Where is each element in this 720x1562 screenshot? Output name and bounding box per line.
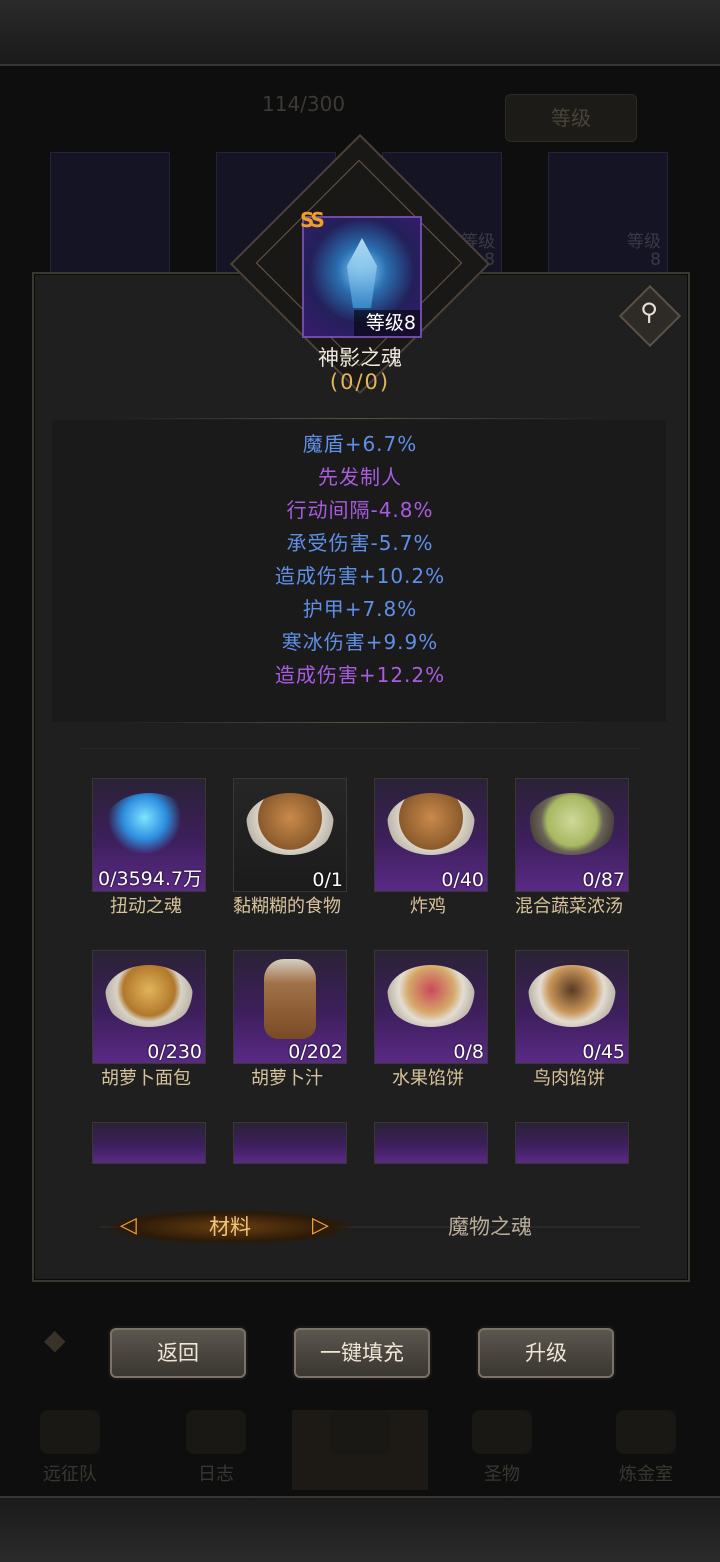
stat-line: 造成伤害+10.2% bbox=[274, 564, 446, 588]
divider bbox=[110, 418, 610, 419]
material-count: 0/45 bbox=[582, 1041, 625, 1063]
material-count: 0/8 bbox=[453, 1041, 484, 1063]
expedition-icon bbox=[40, 1410, 100, 1454]
material-count: 0/230 bbox=[147, 1041, 202, 1063]
soul-portrait: 等级8 bbox=[302, 216, 422, 338]
soul-name: 神影之魂 bbox=[318, 346, 402, 370]
back-button[interactable]: 返回 bbox=[110, 1328, 246, 1378]
carrot-juice-icon bbox=[264, 959, 316, 1039]
material-count: 0/87 bbox=[582, 869, 625, 891]
gooey-food-icon bbox=[246, 793, 334, 855]
stat-line: 护甲+7.8% bbox=[302, 597, 418, 621]
background-card: 等级 8 bbox=[548, 152, 668, 274]
stat-line: 先发制人 bbox=[318, 465, 402, 489]
material-slot[interactable]: 0/40 bbox=[374, 778, 488, 892]
background-nav-item: 远征队 bbox=[20, 1410, 120, 1490]
divider bbox=[110, 722, 610, 723]
carrot-bread-icon bbox=[105, 965, 193, 1027]
material-slot[interactable]: 0/202 bbox=[233, 950, 347, 1064]
tab-materials[interactable]: 材料 bbox=[190, 1211, 270, 1241]
material-count: 0/1 bbox=[312, 869, 343, 891]
material-count: 0/40 bbox=[441, 869, 484, 891]
bird-meat-pie-icon bbox=[528, 965, 616, 1027]
relic-icon bbox=[472, 1410, 532, 1454]
fried-chicken-icon bbox=[387, 793, 475, 855]
material-slot[interactable]: 0/87 bbox=[515, 778, 629, 892]
material-name: 炸鸡 bbox=[410, 896, 446, 917]
card-level-label: 等级 bbox=[627, 232, 661, 252]
soul-level: 等级8 bbox=[354, 310, 420, 336]
material-name: 混合蔬菜浓汤 bbox=[515, 896, 623, 917]
tab-monster-souls[interactable]: 魔物之魂 bbox=[420, 1211, 560, 1241]
material-name: 扭动之魂 bbox=[110, 896, 182, 917]
stat-line: 魔盾+6.7% bbox=[302, 432, 418, 456]
divider bbox=[80, 748, 640, 749]
material-slot[interactable]: 0/3594.7万 bbox=[92, 778, 206, 892]
search-icon[interactable]: ⚲ bbox=[634, 298, 664, 330]
card-level-value: 8 bbox=[650, 250, 661, 270]
background-nav-item: 圣物 bbox=[452, 1410, 552, 1490]
material-slot[interactable] bbox=[515, 1122, 629, 1164]
material-name: 胡萝卜面包 bbox=[101, 1068, 191, 1089]
auto-fill-button[interactable]: 一键填充 bbox=[294, 1328, 430, 1378]
background-level-button: 等级 bbox=[505, 94, 637, 142]
vegetable-soup-icon bbox=[528, 793, 616, 855]
upgrade-button[interactable]: 升级 bbox=[478, 1328, 614, 1378]
ss-grade-icon: SS bbox=[300, 208, 325, 232]
top-frame bbox=[0, 0, 720, 66]
background-left-arrow-icon: ◆ bbox=[44, 1323, 66, 1356]
soul-progress: (0/0) bbox=[329, 370, 391, 394]
material-count: 0/202 bbox=[288, 1041, 343, 1063]
material-count: 0/3594.7万 bbox=[98, 868, 202, 890]
material-slot[interactable] bbox=[233, 1122, 347, 1164]
journal-icon bbox=[186, 1410, 246, 1454]
twisting-soul-icon bbox=[105, 793, 193, 855]
material-slot[interactable]: 0/8 bbox=[374, 950, 488, 1064]
soul-icon bbox=[330, 1410, 390, 1454]
stat-line: 造成伤害+12.2% bbox=[274, 663, 446, 687]
material-slot[interactable]: 0/230 bbox=[92, 950, 206, 1064]
bottom-frame bbox=[0, 1496, 720, 1562]
background-card bbox=[50, 152, 170, 274]
tab-arrow-left-icon: ◁ bbox=[120, 1213, 137, 1238]
material-slot[interactable] bbox=[92, 1122, 206, 1164]
background-nav-item: 日志 bbox=[166, 1410, 266, 1490]
material-name: 胡萝卜汁 bbox=[251, 1068, 323, 1089]
background-capacity: 114/300 bbox=[262, 92, 346, 116]
material-slot[interactable]: 0/1 bbox=[233, 778, 347, 892]
soul-crystal-icon bbox=[347, 238, 377, 308]
alchemy-icon bbox=[616, 1410, 676, 1454]
material-name: 水果馅饼 bbox=[392, 1068, 464, 1089]
stat-line: 寒冰伤害+9.9% bbox=[281, 630, 439, 654]
material-name: 黏糊糊的食物 bbox=[233, 896, 341, 917]
material-slot[interactable]: 0/45 bbox=[515, 950, 629, 1064]
background-nav-item: 炼金室 bbox=[596, 1410, 696, 1490]
material-name: 鸟肉馅饼 bbox=[533, 1068, 605, 1089]
material-slot[interactable] bbox=[374, 1122, 488, 1164]
background-nav-item bbox=[292, 1410, 428, 1490]
stat-line: 行动间隔-4.8% bbox=[286, 498, 434, 522]
tab-arrow-right-icon: ▷ bbox=[312, 1213, 329, 1238]
fruit-pie-icon bbox=[387, 965, 475, 1027]
stat-line: 承受伤害-5.7% bbox=[286, 531, 434, 555]
